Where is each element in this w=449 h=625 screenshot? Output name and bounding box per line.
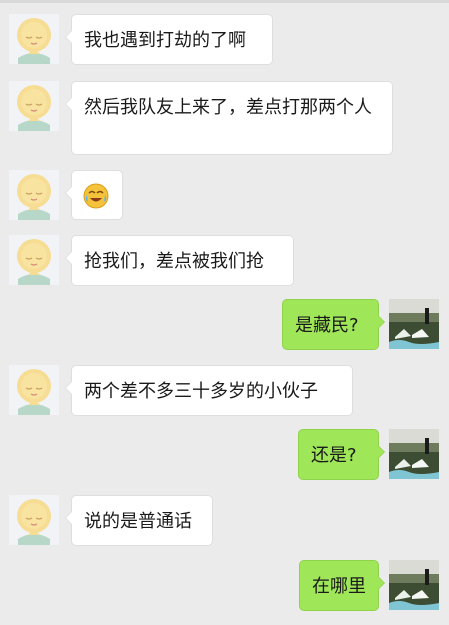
outgoing-message-bubble[interactable]: 还是? [298, 429, 385, 480]
contact-avatar[interactable] [9, 235, 59, 285]
message-text: 两个差不多三十多岁的小伙子 [84, 381, 318, 402]
incoming-message-bubble[interactable]: 两个差不多三十多岁的小伙子 [65, 365, 353, 416]
contact-avatar[interactable] [9, 14, 59, 64]
incoming-message-bubble[interactable]: 我也遇到打劫的了啊 [65, 14, 273, 65]
message-text: 是藏民? [295, 315, 359, 336]
buddha-baby-avatar-icon [9, 235, 59, 285]
message-text: 然后我队友上来了，差点打那两个人 [84, 97, 372, 118]
laugh-cry-emoji-icon [83, 183, 109, 209]
message-text: 在哪里 [312, 576, 366, 597]
landscape-avatar-icon [389, 299, 439, 349]
message-text: 抢我们，差点被我们抢 [84, 251, 264, 272]
incoming-message-bubble[interactable]: 然后我队友上来了，差点打那两个人 [65, 81, 393, 155]
buddha-baby-avatar-icon [9, 495, 59, 545]
landscape-avatar-icon [389, 560, 439, 610]
message-text: 说的是普通话 [84, 511, 192, 532]
incoming-message-bubble[interactable]: 说的是普通话 [65, 495, 213, 546]
outgoing-message-bubble[interactable]: 在哪里 [299, 560, 385, 611]
buddha-baby-avatar-icon [9, 81, 59, 131]
incoming-message-bubble[interactable]: 抢我们，差点被我们抢 [65, 235, 294, 286]
incoming-emoji-bubble[interactable] [65, 170, 123, 220]
chat-message-list[interactable]: 我也遇到打劫的了啊 然后我队友上来了，差点打那两个人 抢我们，差点被我们抢 是藏… [0, 0, 449, 625]
contact-avatar[interactable] [9, 495, 59, 545]
contact-avatar[interactable] [9, 170, 59, 220]
buddha-baby-avatar-icon [9, 365, 59, 415]
landscape-avatar-icon [389, 429, 439, 479]
message-text: 我也遇到打劫的了啊 [84, 30, 246, 51]
buddha-baby-avatar-icon [9, 14, 59, 64]
contact-avatar[interactable] [9, 365, 59, 415]
user-avatar[interactable] [389, 560, 439, 610]
contact-avatar[interactable] [9, 81, 59, 131]
outgoing-message-bubble[interactable]: 是藏民? [282, 299, 385, 350]
user-avatar[interactable] [389, 429, 439, 479]
message-text: 还是? [311, 445, 357, 466]
buddha-baby-avatar-icon [9, 170, 59, 220]
user-avatar[interactable] [389, 299, 439, 349]
